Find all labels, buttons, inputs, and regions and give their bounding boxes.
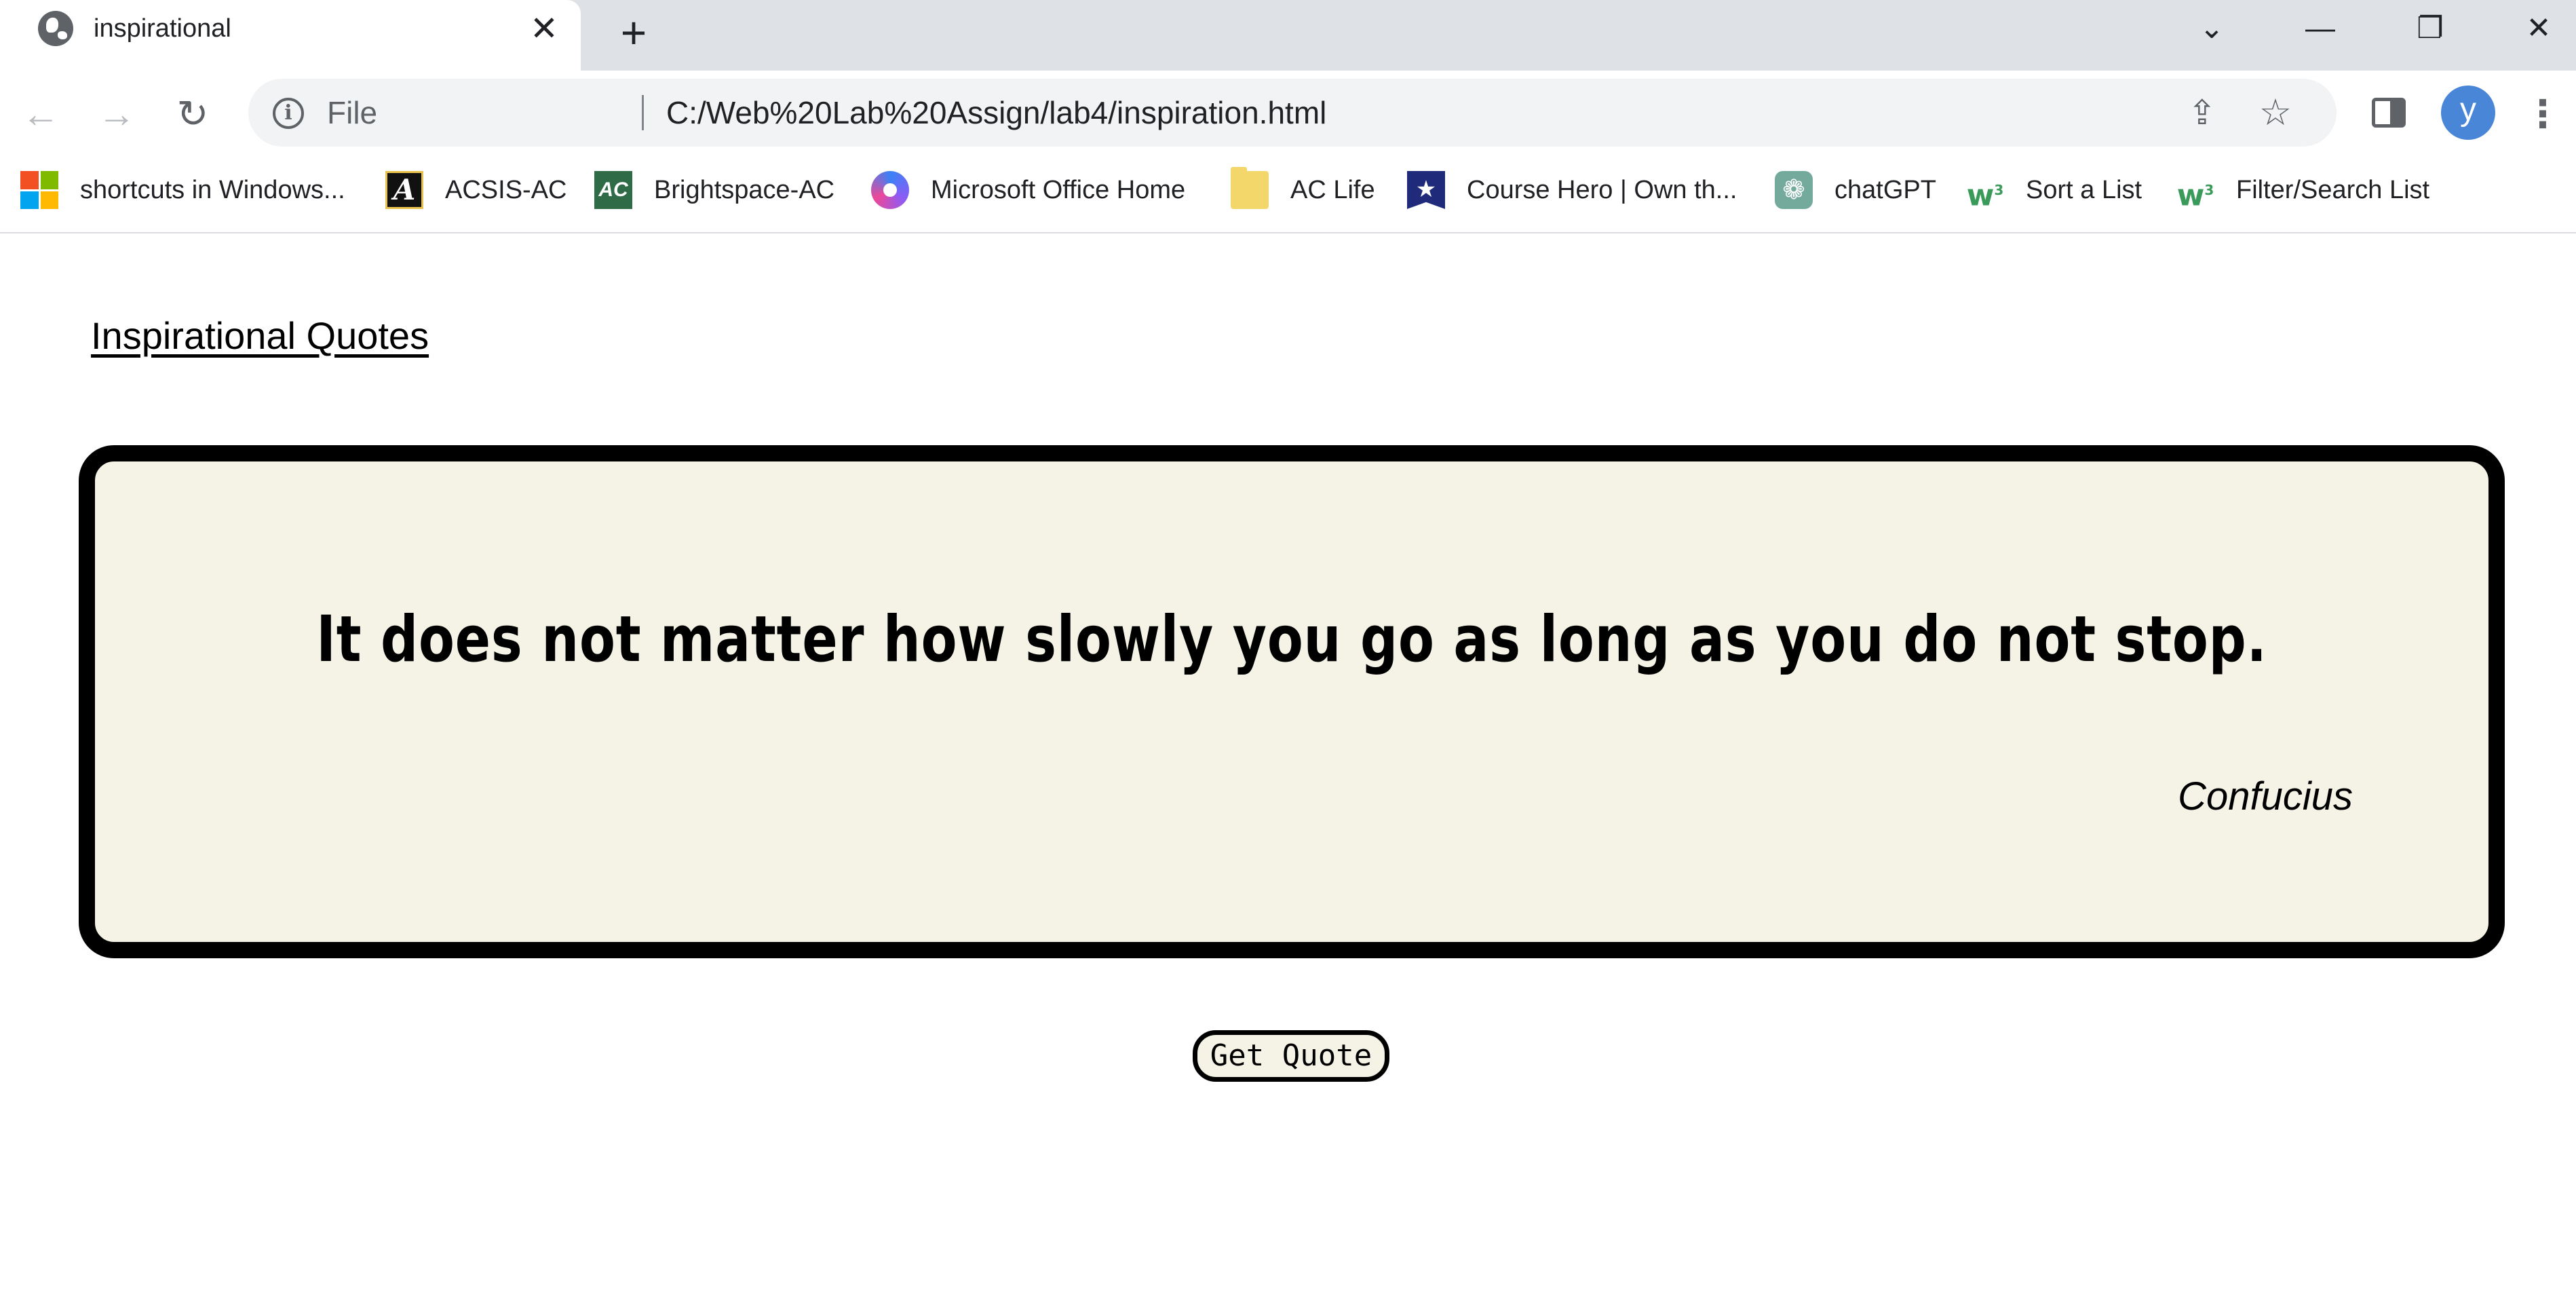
address-bar[interactable]: i File C:/Web%20Lab%20Assign/lab4/inspir…: [248, 79, 2337, 147]
browser-toolbar: ← → ↻ i File C:/Web%20Lab%20Assign/lab4/…: [0, 71, 2576, 155]
office-logo-icon: [871, 171, 909, 209]
bookmark-item[interactable]: ★ Course Hero | Own th...: [1407, 167, 1737, 213]
tab-strip: inspirational ✕ + ⌄ — ❐ ✕: [0, 0, 2576, 71]
bookmark-item[interactable]: Microsoft Office Home: [871, 167, 1185, 213]
acsis-logo-icon: A: [385, 171, 423, 209]
share-icon[interactable]: ⇪: [2182, 92, 2223, 133]
restore-icon[interactable]: ❐: [2403, 4, 2457, 53]
get-quote-button[interactable]: Get Quote: [1193, 1030, 1389, 1082]
bookmarks-bar: shortcuts in Windows... A ACSIS-AC AC Br…: [0, 155, 2576, 233]
reload-icon[interactable]: ↻: [167, 88, 218, 140]
forward-arrow-icon[interactable]: →: [91, 88, 142, 140]
window-close-icon[interactable]: ✕: [2512, 4, 2566, 53]
tab-search-chevron-icon[interactable]: ⌄: [2185, 4, 2239, 53]
w3schools-logo-icon: w3: [1966, 178, 2004, 213]
browser-tab[interactable]: inspirational ✕: [0, 0, 581, 71]
chatgpt-logo-icon: ❁: [1775, 171, 1813, 209]
bookmark-item[interactable]: AC Life: [1231, 167, 1375, 213]
url-scheme-label: File: [327, 95, 378, 130]
coursehero-logo-icon: ★: [1407, 171, 1445, 209]
bookmark-label: Course Hero | Own th...: [1467, 175, 1737, 204]
bookmark-label: Sort a List: [2026, 175, 2142, 204]
profile-avatar[interactable]: y: [2441, 86, 2495, 140]
url-text[interactable]: C:/Web%20Lab%20Assign/lab4/inspiration.h…: [666, 94, 1326, 132]
side-panel-icon[interactable]: [2372, 98, 2406, 128]
bookmark-item[interactable]: shortcuts in Windows...: [20, 167, 345, 213]
bookmark-star-icon[interactable]: ☆: [2255, 92, 2296, 133]
bookmark-label: Filter/Search List: [2236, 175, 2430, 204]
bookmark-item[interactable]: AC Brightspace-AC: [594, 167, 834, 213]
bookmark-label: Brightspace-AC: [654, 175, 835, 204]
bookmark-item[interactable]: w3 Filter/Search List: [2176, 167, 2429, 213]
tab-title: inspirational: [94, 14, 231, 43]
address-divider: [642, 95, 644, 130]
bookmark-label: AC Life: [1290, 175, 1375, 204]
bookmark-label: chatGPT: [1834, 175, 1936, 204]
w3schools-logo-icon: w3: [2176, 178, 2214, 213]
quote-card: It does not matter how slowly you go as …: [79, 445, 2505, 958]
folder-icon: [1231, 167, 1269, 209]
back-arrow-icon[interactable]: ←: [15, 88, 66, 140]
bookmark-item[interactable]: ❁ chatGPT: [1775, 167, 1936, 213]
quote-author: Confucius: [2178, 774, 2353, 818]
site-info-icon[interactable]: i: [273, 98, 304, 129]
bookmark-label: Microsoft Office Home: [931, 175, 1186, 204]
bookmark-label: ACSIS-AC: [445, 175, 567, 204]
brightspace-logo-icon: AC: [594, 171, 632, 209]
new-tab-icon[interactable]: +: [609, 8, 658, 57]
quote-text: It does not matter how slowly you go as …: [316, 603, 2267, 677]
microsoft-logo-icon: [20, 171, 58, 209]
bookmark-label: shortcuts in Windows...: [80, 175, 345, 204]
bookmark-item[interactable]: w3 Sort a List: [1966, 167, 2142, 213]
minimize-icon[interactable]: —: [2293, 4, 2347, 53]
globe-icon: [38, 11, 73, 46]
browser-menu-icon[interactable]: ⋮: [2522, 88, 2563, 140]
page-heading-link[interactable]: Inspirational Quotes: [91, 314, 429, 358]
bookmark-item[interactable]: A ACSIS-AC: [385, 167, 566, 213]
tab-close-icon[interactable]: ✕: [525, 10, 563, 48]
